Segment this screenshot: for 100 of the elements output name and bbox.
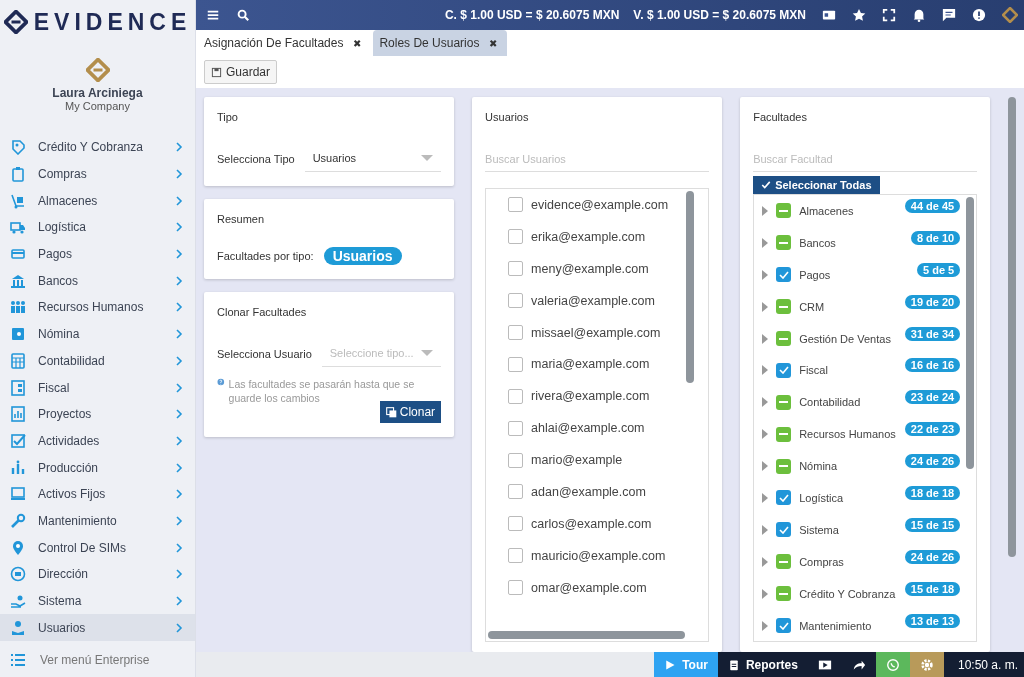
checkbox[interactable] [508, 580, 524, 596]
reports-button[interactable]: Reportes [717, 652, 808, 677]
sidebar-item[interactable]: Almacenes [0, 187, 195, 215]
expand-icon[interactable] [762, 269, 769, 280]
checkbox[interactable] [508, 516, 524, 532]
truck-icon [10, 219, 26, 236]
expand-icon[interactable] [762, 365, 769, 376]
chevron-icon [176, 489, 183, 500]
user-email: erika@example.com [531, 229, 646, 244]
user-email: maria@example.com [531, 357, 650, 372]
expand-icon[interactable] [762, 524, 769, 535]
sidebar-item[interactable]: Pagos [0, 240, 195, 268]
clock: 10:50 a. m. [943, 652, 1024, 677]
minus-icon [779, 209, 789, 212]
checkbox[interactable] [776, 554, 792, 570]
close-icon[interactable]: ✖ [489, 37, 498, 49]
checkbox[interactable] [776, 267, 792, 283]
expand-icon[interactable] [762, 205, 769, 216]
count-badge: 5 de 5 [917, 262, 961, 277]
checkbox[interactable] [508, 484, 524, 500]
sidebar-item[interactable]: Nómina [0, 320, 195, 348]
bell-icon [912, 8, 926, 22]
checkbox[interactable] [776, 203, 792, 219]
checkbox[interactable] [776, 426, 792, 442]
field-label: Selecciona Usuario [217, 347, 312, 360]
checkbox[interactable] [776, 235, 792, 251]
play-icon [664, 658, 677, 671]
checkbox[interactable] [508, 356, 524, 372]
sidebar-item[interactable]: Contabilidad [0, 347, 195, 375]
permission-label: CRM [799, 300, 826, 313]
checkbox[interactable] [508, 293, 524, 309]
tab[interactable]: Roles De Usuarios ✖ [373, 30, 508, 56]
minus-icon [779, 337, 789, 340]
checkbox[interactable] [508, 388, 524, 404]
expand-icon[interactable] [762, 461, 769, 472]
scrollbar[interactable] [686, 191, 695, 383]
sidebar-item[interactable]: Dirección [0, 561, 195, 588]
checkbox[interactable] [508, 452, 524, 468]
checkbox[interactable] [508, 197, 524, 213]
whatsapp-button[interactable] [875, 652, 910, 677]
expand-icon[interactable] [762, 620, 769, 631]
enterprise-menu-link[interactable]: Ver menú Enterprise [40, 653, 150, 667]
checkbox[interactable] [508, 420, 524, 436]
checkbox[interactable] [508, 229, 524, 245]
sidebar-item[interactable]: Compras [0, 160, 195, 188]
list-icon [10, 652, 26, 668]
share-button[interactable] [841, 652, 876, 677]
expand-icon[interactable] [762, 397, 769, 408]
sidebar-item[interactable]: Logística [0, 214, 195, 241]
sidebar-item[interactable]: Mantenimiento [0, 507, 195, 535]
sidebar-item[interactable]: Actividades [0, 427, 195, 455]
checkbox[interactable] [776, 490, 792, 506]
sidebar-item[interactable]: Usuarios [0, 614, 195, 642]
expand-icon[interactable] [762, 429, 769, 440]
sidebar-item[interactable]: Crédito Y Cobranza [0, 134, 195, 161]
permission-label: Pagos [799, 268, 832, 281]
user-email: rivera@example.com [531, 389, 650, 404]
company-name: My Company [65, 100, 130, 112]
checkbox[interactable] [776, 331, 792, 346]
scrollbar[interactable] [488, 631, 686, 639]
sidebar-item[interactable]: Bancos [0, 267, 195, 295]
checkbox[interactable] [776, 299, 792, 315]
checkbox[interactable] [776, 458, 792, 474]
sidebar-item[interactable]: Proyectos [0, 400, 195, 428]
expand-icon[interactable] [762, 588, 769, 599]
sidebar-item[interactable]: Activos Fijos [0, 480, 195, 508]
checkbox[interactable] [776, 586, 792, 602]
expand-icon[interactable] [762, 237, 769, 248]
checkbox[interactable] [776, 394, 792, 410]
minus-icon [779, 433, 789, 436]
expand-icon[interactable] [762, 333, 769, 344]
permission-label: Bancos [799, 236, 837, 249]
card-title: Clonar Facultades [217, 306, 308, 318]
sidebar-item[interactable]: Producción [0, 454, 195, 481]
checkbox[interactable] [776, 522, 792, 538]
copy-icon [385, 406, 397, 418]
save-button[interactable]: Guardar [204, 60, 278, 84]
expand-icon[interactable] [762, 556, 769, 567]
checkbox[interactable] [508, 548, 524, 564]
select-all-button[interactable]: Seleccionar Todas [753, 176, 880, 194]
checkbox[interactable] [508, 261, 524, 277]
scrollbar[interactable] [966, 197, 975, 469]
scrollbar[interactable] [1008, 97, 1016, 557]
permission-label: Sistema [799, 523, 840, 536]
expand-icon[interactable] [762, 301, 769, 312]
sidebar-item[interactable]: Control De SIMs [0, 534, 195, 561]
card-title: Resumen [217, 213, 266, 225]
sidebar-item[interactable]: Sistema [0, 587, 195, 615]
close-icon[interactable]: ✖ [353, 37, 362, 49]
type-select[interactable]: Usuarios [304, 145, 442, 172]
checkbox[interactable] [508, 325, 524, 340]
sidebar-item[interactable]: Fiscal [0, 374, 195, 401]
user-email: missael@example.com [531, 325, 661, 340]
phone-bubble-icon [885, 657, 900, 672]
checkbox[interactable] [776, 362, 792, 378]
sidebar-item[interactable]: Recursos Humanos [0, 294, 195, 321]
expand-icon[interactable] [762, 492, 769, 503]
clipboard-icon [10, 166, 26, 183]
checkbox[interactable] [776, 618, 792, 633]
clone-button[interactable]: Clonar [379, 401, 442, 423]
